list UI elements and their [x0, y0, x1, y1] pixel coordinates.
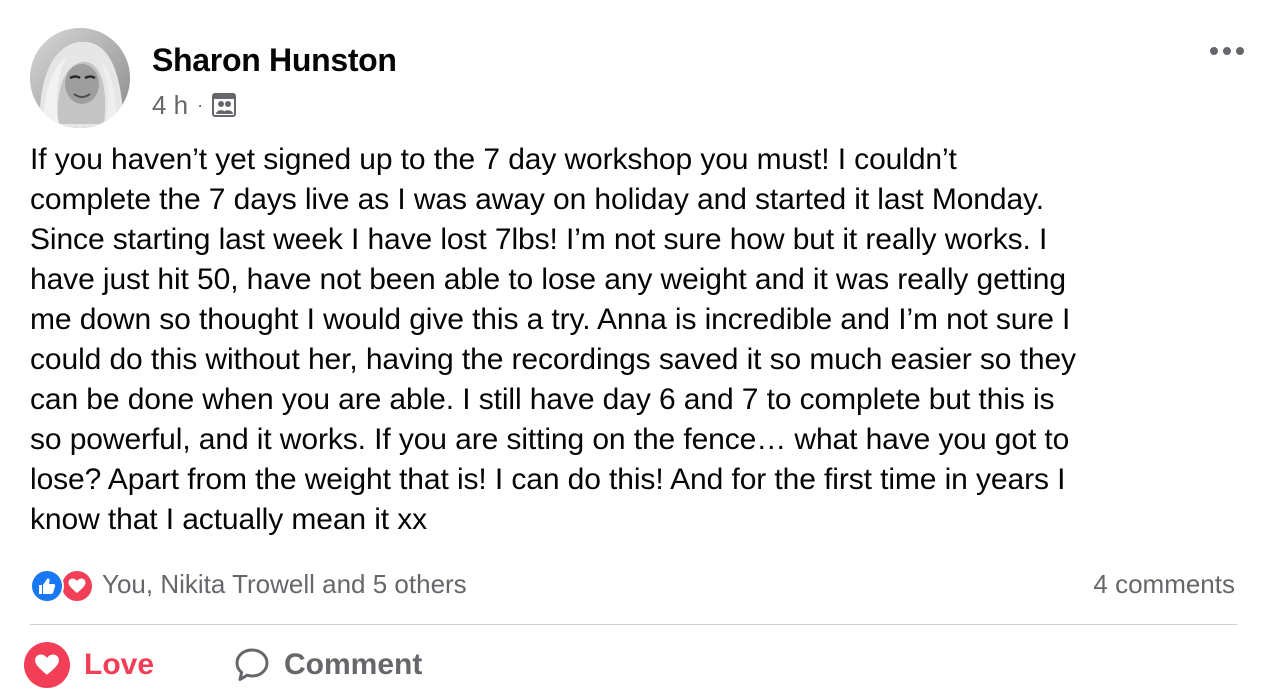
comment-icon [232, 645, 272, 685]
more-icon [1210, 47, 1244, 55]
divider [30, 624, 1237, 625]
post-meta: 4 h · [152, 88, 238, 122]
author-name[interactable]: Sharon Hunston [152, 40, 397, 80]
love-button[interactable]: Love [24, 640, 154, 690]
group-icon[interactable] [210, 91, 238, 119]
reaction-icons [30, 567, 96, 603]
reactions-summary[interactable]: You, Nikita Trowell and 5 others [30, 566, 467, 603]
more-options-button[interactable] [1207, 36, 1247, 66]
avatar-image [30, 28, 130, 128]
meta-separator: · [197, 94, 204, 115]
like-icon [30, 569, 64, 603]
love-button-label: Love [84, 648, 155, 681]
comment-button-label: Comment [284, 648, 423, 681]
comment-button[interactable]: Comment [232, 640, 422, 690]
love-icon [60, 569, 94, 603]
post-time[interactable]: 4 h [152, 90, 188, 121]
reactions-text[interactable]: You, Nikita Trowell and 5 others [102, 569, 467, 600]
comments-count[interactable]: 4 comments [1093, 566, 1235, 602]
post-text: If you haven’t yet signed up to the 7 da… [30, 143, 1076, 536]
avatar[interactable] [30, 28, 130, 128]
love-icon [24, 642, 70, 688]
